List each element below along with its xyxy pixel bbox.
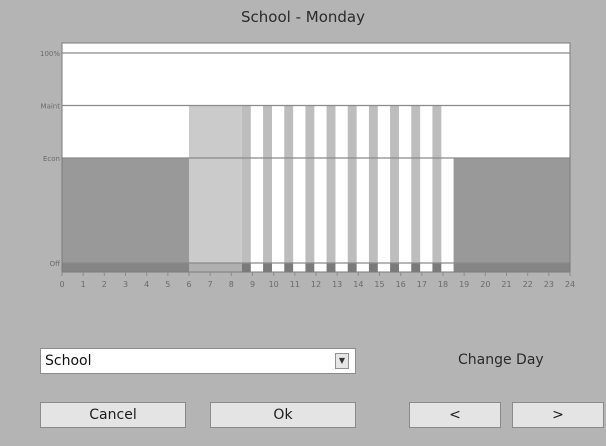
schedule-stripe: [411, 105, 421, 263]
x-tick-label: 20: [480, 280, 490, 289]
ok-button[interactable]: Ok: [210, 402, 356, 428]
schedule-block-base-0: [62, 263, 189, 272]
schedule-block-0: [62, 158, 189, 263]
schedule-marker: [284, 263, 294, 272]
next-day-button[interactable]: >: [512, 402, 604, 428]
schedule-stripe: [305, 105, 315, 263]
x-tick-label: 7: [208, 280, 213, 289]
schedule-marker: [368, 263, 378, 272]
x-tick-label: 13: [332, 280, 342, 289]
y-level-label: Econ: [43, 155, 60, 163]
chevron-down-icon[interactable]: ▼: [335, 353, 349, 369]
schedule-stripe: [241, 105, 251, 263]
x-tick-label: 9: [250, 280, 255, 289]
x-tick-label: 10: [269, 280, 279, 289]
y-level-label: Maint: [41, 103, 61, 111]
y-level-label: Off: [50, 260, 61, 268]
schedule-marker: [411, 263, 421, 272]
x-tick-label: 1: [81, 280, 86, 289]
x-tick-label: 23: [544, 280, 554, 289]
y-level-label: 100%: [40, 50, 60, 58]
schedule-stripe: [347, 105, 357, 263]
schedule-marker: [390, 263, 399, 272]
cancel-button[interactable]: Cancel: [40, 402, 186, 428]
schedule-marker: [326, 263, 336, 272]
x-tick-label: 8: [229, 280, 234, 289]
schedule-block-1: [189, 105, 242, 263]
schedule-marker: [263, 263, 272, 272]
schedule-select[interactable]: School ▼: [40, 348, 356, 374]
x-tick-label: 21: [501, 280, 511, 289]
x-tick-label: 2: [102, 280, 107, 289]
schedule-marker: [305, 263, 315, 272]
schedule-block-3: [453, 158, 570, 263]
schedule-stripe: [263, 105, 272, 263]
schedule-stripe: [390, 105, 399, 263]
x-tick-label: 4: [144, 280, 149, 289]
schedule-chart[interactable]: 100%MaintEconOff0 1 2 3 4 5 6 7 8 9 10 11 12 13 14 15 16…: [0, 0, 606, 446]
x-tick-label: 16: [396, 280, 406, 289]
change-day-label: Change Day: [458, 352, 544, 368]
x-tick-label: 11: [290, 280, 300, 289]
schedule-stripe: [432, 105, 442, 263]
x-tick-label: 19: [459, 280, 469, 289]
schedule-stripe: [326, 105, 336, 263]
schedule-stripe: [368, 105, 378, 263]
schedule-stripe: [284, 105, 294, 263]
schedule-marker: [347, 263, 357, 272]
schedule-select-value: School: [45, 353, 92, 369]
x-tick-label: 3: [123, 280, 128, 289]
x-tick-label: 15: [374, 280, 384, 289]
x-tick-label: 17: [417, 280, 427, 289]
x-tick-label: 6: [186, 280, 191, 289]
schedule-marker: [432, 263, 442, 272]
x-tick-label: 24: [565, 280, 575, 289]
x-tick-label: 22: [523, 280, 533, 289]
x-tick-label: 5: [165, 280, 170, 289]
x-tick-label: 0: [59, 280, 64, 289]
x-tick-label: 12: [311, 280, 321, 289]
schedule-marker: [241, 263, 251, 272]
schedule-block-base-1: [189, 263, 242, 272]
schedule-block-base-3: [453, 263, 570, 272]
x-tick-label: 14: [353, 280, 363, 289]
previous-day-button[interactable]: <: [409, 402, 501, 428]
x-tick-label: 18: [438, 280, 448, 289]
